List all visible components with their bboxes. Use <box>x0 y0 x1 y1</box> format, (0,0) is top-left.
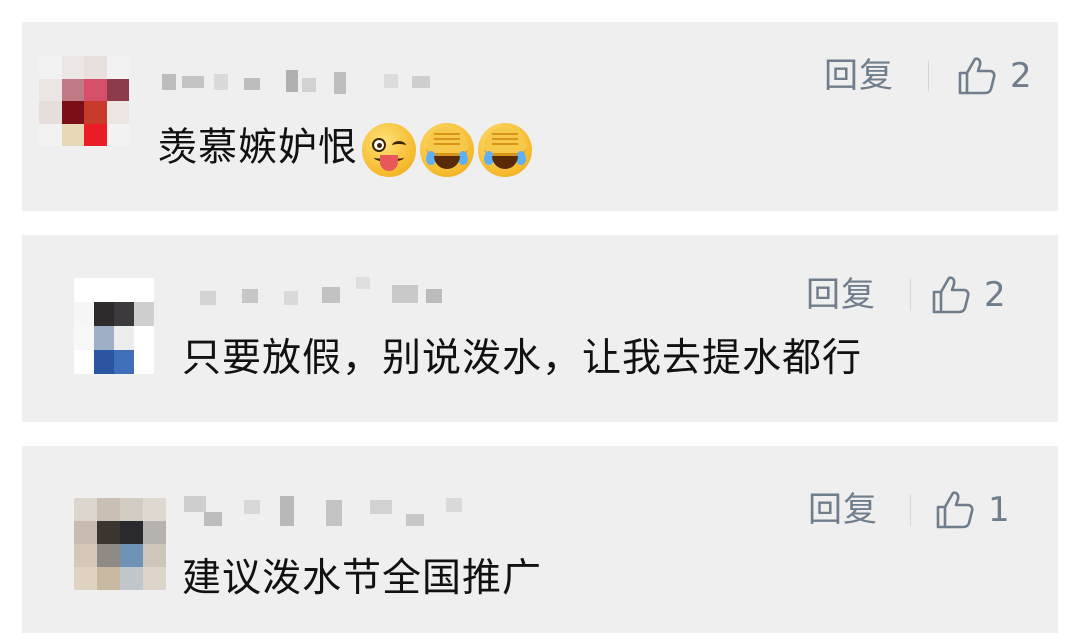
thumbs-up-icon <box>958 57 996 95</box>
comment-text: 只要放假，别说泼水，让我去提水都行 <box>182 336 863 381</box>
like-count: 2 <box>1010 56 1032 96</box>
like-button[interactable]: 1 <box>934 489 1010 531</box>
like-button[interactable]: 2 <box>930 274 1006 316</box>
facepalm-laugh-emoji <box>478 123 533 177</box>
action-divider <box>928 60 929 92</box>
reply-button[interactable]: 回复 <box>806 278 876 312</box>
avatar[interactable] <box>74 498 166 590</box>
username-pixelated[interactable] <box>162 70 442 100</box>
reply-button[interactable]: 回复 <box>824 59 894 93</box>
thumbs-up-icon <box>936 491 974 529</box>
avatar[interactable] <box>39 56 129 146</box>
comment-card: 建议泼水节全国推广 回复 1 <box>22 446 1058 633</box>
like-count: 1 <box>988 490 1010 530</box>
like-button[interactable]: 2 <box>956 55 1032 97</box>
action-divider <box>910 279 911 311</box>
username-pixelated[interactable] <box>200 277 480 307</box>
emoji-group <box>362 123 533 177</box>
like-count: 2 <box>984 275 1006 315</box>
comment-text-body: 羡慕嫉妒恨 <box>158 125 359 171</box>
facepalm-laugh-emoji <box>420 123 475 177</box>
comment-card: 只要放假，别说泼水，让我去提水都行 回复 2 <box>22 235 1058 422</box>
thumbs-up-icon <box>932 276 970 314</box>
comment-card: 羡慕嫉妒恨 回复 2 <box>22 22 1058 211</box>
winking-tongue-emoji <box>362 123 417 177</box>
action-divider <box>910 494 911 526</box>
reply-button[interactable]: 回复 <box>808 493 878 527</box>
comment-text: 建议泼水节全国推广 <box>182 556 543 601</box>
comment-text: 羡慕嫉妒恨 <box>158 123 533 177</box>
username-pixelated[interactable] <box>184 496 484 526</box>
avatar[interactable] <box>74 278 154 374</box>
